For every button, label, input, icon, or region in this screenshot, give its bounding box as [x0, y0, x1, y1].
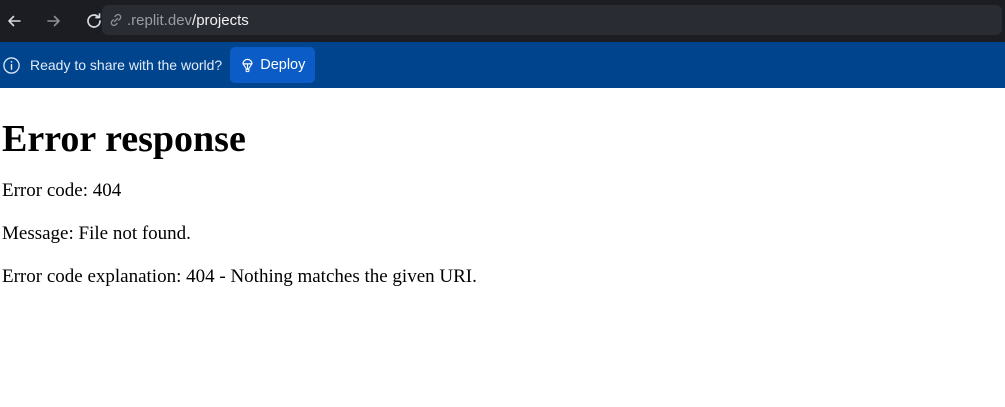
info-icon — [1, 55, 21, 75]
forward-button[interactable] — [44, 11, 64, 31]
error-explanation-text: Error code explanation: 404 - Nothing ma… — [2, 266, 477, 287]
link-icon — [108, 12, 124, 28]
error-page: Error response Error code: 404 Message: … — [2, 88, 477, 288]
back-arrow-icon — [8, 15, 21, 27]
forward-arrow-icon — [47, 15, 60, 27]
deploy-button[interactable]: Deploy — [230, 47, 316, 83]
address-bar[interactable]: .replit.dev/projects — [102, 5, 1002, 35]
banner-message: Ready to share with the world? — [30, 57, 223, 73]
page-title: Error response — [2, 118, 246, 160]
error-message-text: Message: File not found. — [2, 223, 191, 244]
reload-button[interactable] — [84, 11, 104, 31]
back-button[interactable] — [4, 11, 24, 31]
deploy-banner: Ready to share with the world? Deploy — [0, 42, 1005, 88]
error-code-text: Error code: 404 — [2, 180, 122, 201]
url-path: /projects — [192, 11, 249, 29]
reload-icon — [87, 13, 101, 28]
url-host: .replit.dev — [127, 11, 193, 29]
browser-toolbar: .replit.dev/projects — [0, 0, 1005, 42]
deploy-icon — [240, 58, 255, 73]
deploy-label: Deploy — [260, 57, 306, 73]
